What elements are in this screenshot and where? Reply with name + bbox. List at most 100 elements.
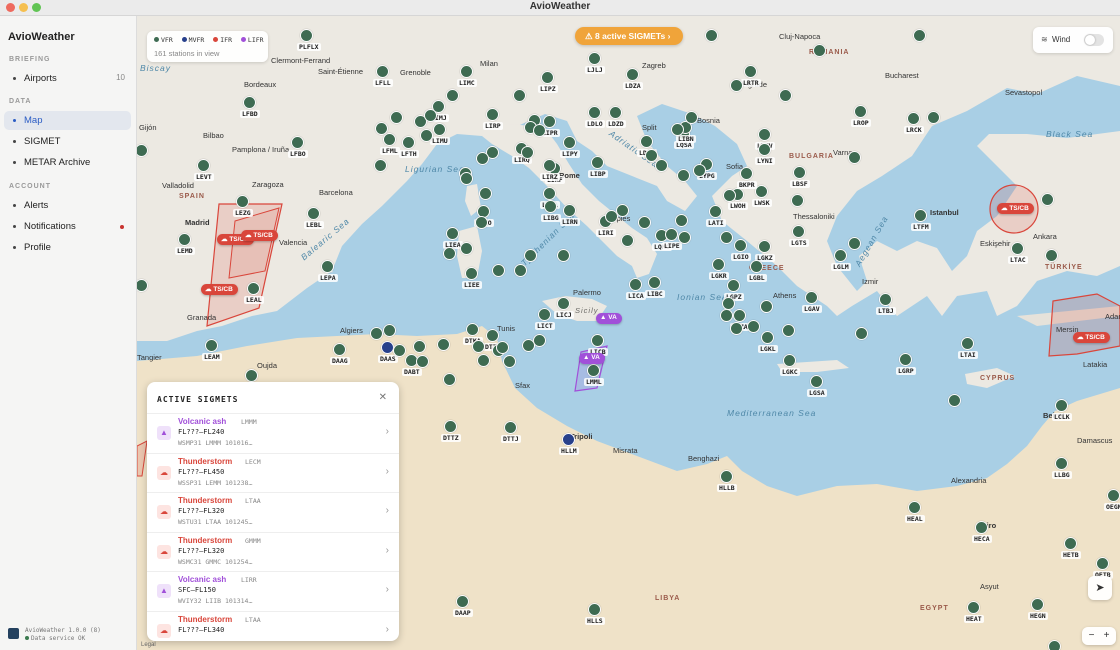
station-marker[interactable]	[588, 52, 601, 65]
station-marker[interactable]	[205, 339, 218, 352]
station-marker[interactable]	[740, 167, 753, 180]
station-marker[interactable]	[197, 159, 210, 172]
station-marker[interactable]	[648, 276, 661, 289]
station-marker[interactable]	[705, 29, 718, 42]
station-marker[interactable]	[514, 264, 527, 277]
station-marker[interactable]	[456, 595, 469, 608]
station-marker[interactable]	[563, 204, 576, 217]
station-marker[interactable]	[420, 129, 433, 142]
station-marker[interactable]	[472, 340, 485, 353]
station-marker[interactable]	[855, 327, 868, 340]
station-marker[interactable]	[374, 159, 387, 172]
sigmet-row[interactable]: ☁ Thunderstorm LTAA FL???–FL340 ›	[147, 610, 399, 642]
station-marker[interactable]	[543, 187, 556, 200]
station-marker[interactable]	[848, 151, 861, 164]
station-marker[interactable]	[557, 297, 570, 310]
station-marker[interactable]	[503, 355, 516, 368]
station-marker[interactable]	[588, 603, 601, 616]
station-marker[interactable]	[1055, 399, 1068, 412]
station-marker[interactable]	[333, 343, 346, 356]
station-marker[interactable]	[562, 433, 575, 446]
station-marker[interactable]	[747, 320, 760, 333]
sidebar-item-notifications[interactable]: Notifications	[4, 217, 131, 236]
station-marker[interactable]	[375, 122, 388, 135]
station-marker[interactable]	[744, 65, 757, 78]
station-marker[interactable]	[750, 260, 763, 273]
station-marker[interactable]	[544, 200, 557, 213]
station-marker[interactable]	[758, 128, 771, 141]
station-marker[interactable]	[948, 394, 961, 407]
station-marker[interactable]	[758, 143, 771, 156]
station-marker[interactable]	[444, 420, 457, 433]
station-marker[interactable]	[247, 282, 260, 295]
station-marker[interactable]	[626, 68, 639, 81]
station-marker[interactable]	[638, 216, 651, 229]
station-marker[interactable]	[961, 337, 974, 350]
station-marker[interactable]	[730, 79, 743, 92]
station-marker[interactable]	[496, 341, 509, 354]
station-marker[interactable]	[383, 133, 396, 146]
station-marker[interactable]	[1031, 598, 1044, 611]
station-marker[interactable]	[755, 185, 768, 198]
station-marker[interactable]	[733, 309, 746, 322]
station-marker[interactable]	[693, 164, 706, 177]
station-marker[interactable]	[522, 339, 535, 352]
station-marker[interactable]	[446, 227, 459, 240]
station-marker[interactable]	[557, 249, 570, 262]
station-marker[interactable]	[907, 112, 920, 125]
sigmet-hazard-label[interactable]: ▲ VA	[579, 353, 605, 364]
station-marker[interactable]	[492, 264, 505, 277]
station-marker[interactable]	[486, 329, 499, 342]
station-marker[interactable]	[730, 322, 743, 335]
station-marker[interactable]	[709, 205, 722, 218]
station-marker[interactable]	[321, 260, 334, 273]
station-marker[interactable]	[437, 338, 450, 351]
station-marker[interactable]	[424, 109, 437, 122]
station-marker[interactable]	[446, 89, 459, 102]
station-marker[interactable]	[1041, 193, 1054, 206]
station-marker[interactable]	[521, 146, 534, 159]
station-marker[interactable]	[779, 89, 792, 102]
station-marker[interactable]	[967, 601, 980, 614]
sigmet-row[interactable]: ☁ Thunderstorm GMMM FL???–FL320 WSMC31 GMMC …	[147, 531, 399, 571]
sidebar-item-map[interactable]: Map	[4, 111, 131, 130]
station-marker[interactable]	[671, 123, 684, 136]
station-marker[interactable]	[678, 231, 691, 244]
station-marker[interactable]	[243, 96, 256, 109]
station-marker[interactable]	[677, 169, 690, 182]
station-marker[interactable]	[899, 353, 912, 366]
station-marker[interactable]	[805, 291, 818, 304]
zoom-in-button[interactable]: +	[1099, 627, 1114, 645]
map-attribution[interactable]: Legal	[141, 642, 156, 648]
station-marker[interactable]	[734, 239, 747, 252]
station-marker[interactable]	[543, 159, 556, 172]
station-marker[interactable]	[783, 354, 796, 367]
station-marker[interactable]	[1107, 489, 1120, 502]
locate-button[interactable]: ➤	[1088, 576, 1112, 600]
station-marker[interactable]	[665, 228, 678, 241]
station-marker[interactable]	[640, 135, 653, 148]
station-marker[interactable]	[813, 44, 826, 57]
station-marker[interactable]	[524, 249, 537, 262]
station-marker[interactable]	[723, 189, 736, 202]
sidebar-item-airports[interactable]: Airports 10	[4, 69, 131, 88]
station-marker[interactable]	[479, 187, 492, 200]
station-marker[interactable]	[245, 369, 258, 382]
station-marker[interactable]	[393, 344, 406, 357]
wind-toggle[interactable]	[1084, 34, 1104, 46]
station-marker[interactable]	[914, 209, 927, 222]
station-marker[interactable]	[758, 240, 771, 253]
weather-map[interactable]: Bordeaux Clermont-Ferrand Saint-Étienne …	[137, 16, 1120, 650]
station-marker[interactable]	[475, 216, 488, 229]
station-marker[interactable]	[793, 166, 806, 179]
station-marker[interactable]	[433, 123, 446, 136]
sigmet-row[interactable]: ▲ Volcanic ash LMMM FL???–FL240 WSMP31 LMMM …	[147, 413, 399, 452]
station-marker[interactable]	[465, 267, 478, 280]
station-marker[interactable]	[616, 204, 629, 217]
station-marker[interactable]	[541, 71, 554, 84]
station-marker[interactable]	[178, 233, 191, 246]
sigmet-row[interactable]: ▲ Volcanic ash LIRR SFC–FL150 WVIY32 LIIB 10…	[147, 571, 399, 610]
station-marker[interactable]	[834, 249, 847, 262]
station-marker[interactable]	[791, 194, 804, 207]
station-marker[interactable]	[413, 340, 426, 353]
